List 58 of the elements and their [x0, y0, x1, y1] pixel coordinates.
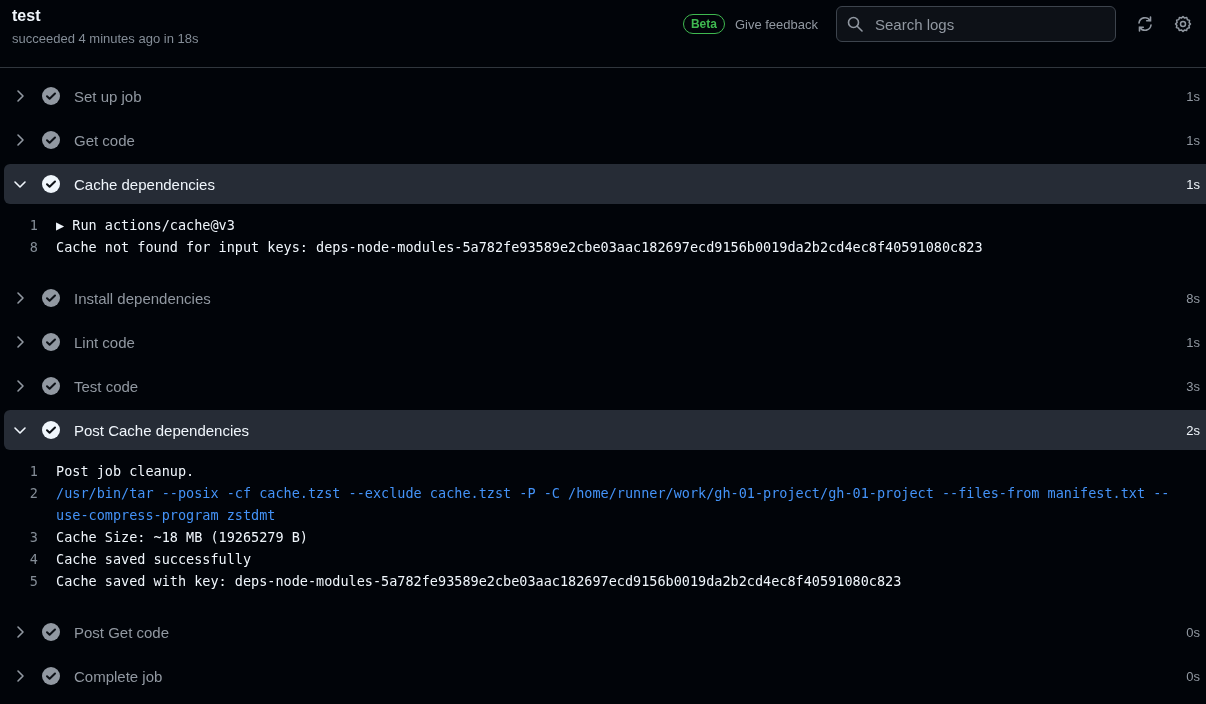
check-circle-icon: [42, 289, 60, 307]
step-duration: 8s: [1186, 290, 1200, 306]
check-circle-icon: [42, 421, 60, 439]
step-duration: 3s: [1186, 378, 1200, 394]
line-number: 8: [28, 238, 39, 257]
step-row[interactable]: Lint code 1s: [4, 322, 1206, 362]
step-row[interactable]: Install dependencies 8s: [4, 278, 1206, 318]
log-line: Cache not found for input keys: deps-node-modules-5a782fe93589e2cbe03aac182697ecd9156b0019da2b2cd4ec8f40591080c823: [56, 238, 984, 257]
step-row[interactable]: Set up job 1s: [4, 76, 1206, 116]
step-row[interactable]: Cache dependencies 1s: [4, 164, 1206, 204]
step-label: Test code: [74, 377, 140, 395]
line-number: 5: [28, 572, 39, 591]
step-label: Set up job: [74, 87, 143, 105]
check-circle-icon: [42, 131, 60, 149]
step-label: Install dependencies: [74, 289, 212, 307]
step-duration: 0s: [1186, 668, 1200, 684]
step-label: Get code: [74, 131, 136, 149]
line-number: 3: [28, 528, 39, 547]
check-circle-icon: [42, 87, 60, 105]
step-duration: 1s: [1186, 132, 1200, 148]
step-label: Post Cache dependencies: [74, 421, 251, 439]
search-icon: [847, 16, 863, 32]
log-line: Post job cleanup.: [56, 462, 196, 481]
step-row[interactable]: Post Get code 0s: [4, 612, 1206, 652]
check-circle-icon: [42, 377, 60, 395]
step-row[interactable]: Complete job 0s: [4, 656, 1206, 696]
refresh-icon: [1136, 15, 1154, 33]
step-row[interactable]: Test code 3s: [4, 366, 1206, 406]
log-line: Cache saved successfully: [56, 550, 253, 569]
step-duration: 0s: [1186, 624, 1200, 640]
log-line: Cache Size: ~18 MB (19265279 B): [56, 528, 309, 547]
check-circle-icon: [42, 623, 60, 641]
check-circle-icon: [42, 175, 60, 193]
job-status: succeeded 4 minutes ago in 18s: [12, 31, 199, 46]
check-circle-icon: [42, 333, 60, 351]
line-number: 1: [28, 216, 39, 235]
settings-icon: [1174, 15, 1192, 33]
line-number: 1: [28, 462, 39, 481]
line-number: 4: [28, 550, 39, 569]
step-duration: 1s: [1186, 334, 1200, 350]
step-label: Post Get code: [74, 623, 171, 641]
step-duration: 2s: [1186, 422, 1200, 438]
log-command: /usr/bin/tar --posix -cf cache.tzst --exclude cache.tzst -P -C /home/runner/work/gh-01-project/gh-01-project --files-from manifest.txt --use-compress-program zstdmt: [56, 484, 1171, 525]
step-label: Lint code: [74, 333, 136, 351]
step-label: Cache dependencies: [74, 175, 216, 193]
job-title: test: [12, 7, 42, 25]
check-circle-icon: [42, 667, 60, 685]
step-label: Complete job: [74, 667, 164, 685]
step-duration: 1s: [1186, 176, 1200, 192]
feedback-link[interactable]: Give feedback: [734, 16, 818, 32]
search-input: Search logs: [873, 14, 1105, 34]
log-line: ▶ Run actions/cache@v3: [56, 216, 236, 235]
step-row[interactable]: Get code 1s: [4, 120, 1206, 160]
step-row[interactable]: Post Cache dependencies 2s: [4, 410, 1206, 450]
log-line: Cache saved with key: deps-node-modules-5a782fe93589e2cbe03aac182697ecd9156b0019da2b2cd4ec8f40591080c823: [56, 572, 903, 591]
line-number: 2: [28, 484, 39, 503]
step-duration: 1s: [1186, 88, 1200, 104]
search-field[interactable]: Search logs: [836, 6, 1116, 42]
